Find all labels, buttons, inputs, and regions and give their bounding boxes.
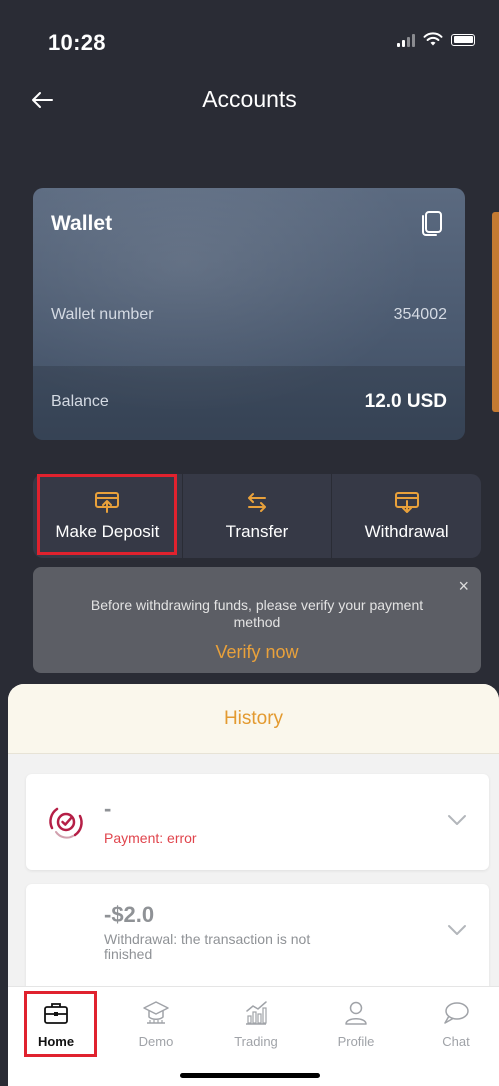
tab-profile[interactable]: Profile — [316, 999, 396, 1049]
wifi-icon — [423, 32, 443, 46]
make-deposit-button[interactable]: Make Deposit — [33, 474, 182, 558]
status-time: 10:28 — [48, 30, 106, 55]
transaction-item[interactable]: - Payment: error — [26, 774, 489, 870]
history-title: History — [223, 708, 284, 729]
graduation-cap-icon — [143, 1001, 169, 1024]
tab-bar: Home Demo Trading Profile Chat — [8, 986, 499, 1086]
chart-icon — [246, 1001, 267, 1025]
tab-home[interactable]: Home — [16, 999, 96, 1049]
verify-now-link[interactable]: Verify now — [33, 642, 481, 663]
tab-home-label: Home — [37, 1034, 75, 1049]
transaction-status: Withdrawal: the transaction is not finis… — [104, 931, 311, 962]
wallet-actions: Make Deposit Transfer Withdrawal — [33, 474, 481, 558]
wallet-title: Wallet — [51, 212, 113, 235]
make-deposit-label: Make Deposit — [55, 522, 160, 541]
history-header: History — [8, 684, 499, 754]
next-card-peek[interactable] — [492, 212, 499, 412]
status-bar: 10:28 — [0, 0, 499, 80]
balance-row: Balance 12.0 USD — [33, 366, 465, 440]
status-icons — [397, 32, 475, 47]
balance-value: 12.0 USD — [364, 391, 447, 412]
transaction-item[interactable]: -$2.0 Withdrawal: the transaction is not… — [26, 884, 489, 994]
chevron-down-icon[interactable] — [447, 814, 467, 826]
briefcase-icon — [44, 1003, 68, 1024]
balance-label: Balance — [51, 393, 109, 410]
tab-trading-label: Trading — [234, 1034, 278, 1049]
verify-message: Before withdrawing funds, please verify … — [90, 597, 424, 630]
signal-icon — [397, 33, 415, 47]
nav-bar: Accounts — [0, 78, 499, 122]
transfer-arrows-icon — [248, 493, 266, 512]
verify-banner: × Before withdrawing funds, please verif… — [33, 567, 481, 673]
tab-demo-label: Demo — [138, 1034, 174, 1049]
wallet-number-value: 354002 — [393, 306, 447, 323]
transaction-amount: - — [104, 796, 112, 821]
copy-icon[interactable] — [417, 208, 447, 238]
transfer-label: Transfer — [225, 522, 289, 541]
withdrawal-icon — [394, 492, 419, 513]
tab-chat[interactable]: Chat — [416, 999, 496, 1049]
transaction-status: Payment: error — [104, 830, 197, 846]
payment-processor-icon — [49, 807, 83, 839]
tab-chat-label: Chat — [442, 1034, 470, 1049]
home-indicator — [180, 1073, 320, 1078]
tab-trading[interactable]: Trading — [216, 999, 296, 1049]
tab-profile-label: Profile — [337, 1034, 375, 1049]
tab-demo[interactable]: Demo — [116, 999, 196, 1049]
chevron-down-icon[interactable] — [447, 924, 467, 936]
transaction-amount: -$2.0 — [104, 902, 155, 927]
withdrawal-button[interactable]: Withdrawal — [331, 474, 481, 558]
accounts-screen: 10:28 Accounts Wallet Wallet number 3540… — [0, 0, 499, 1086]
deposit-icon — [95, 492, 120, 513]
wallet-card[interactable]: Wallet Wallet number 354002 Balance 12.0… — [33, 188, 465, 440]
page-title: Accounts — [202, 86, 297, 112]
person-icon — [345, 1001, 367, 1025]
battery-icon — [451, 33, 475, 46]
wallet-number-label: Wallet number — [51, 306, 154, 323]
close-icon[interactable]: × — [458, 577, 469, 595]
chat-bubble-icon — [444, 1002, 469, 1024]
withdrawal-label: Withdrawal — [364, 522, 449, 541]
transfer-button[interactable]: Transfer — [181, 474, 332, 558]
